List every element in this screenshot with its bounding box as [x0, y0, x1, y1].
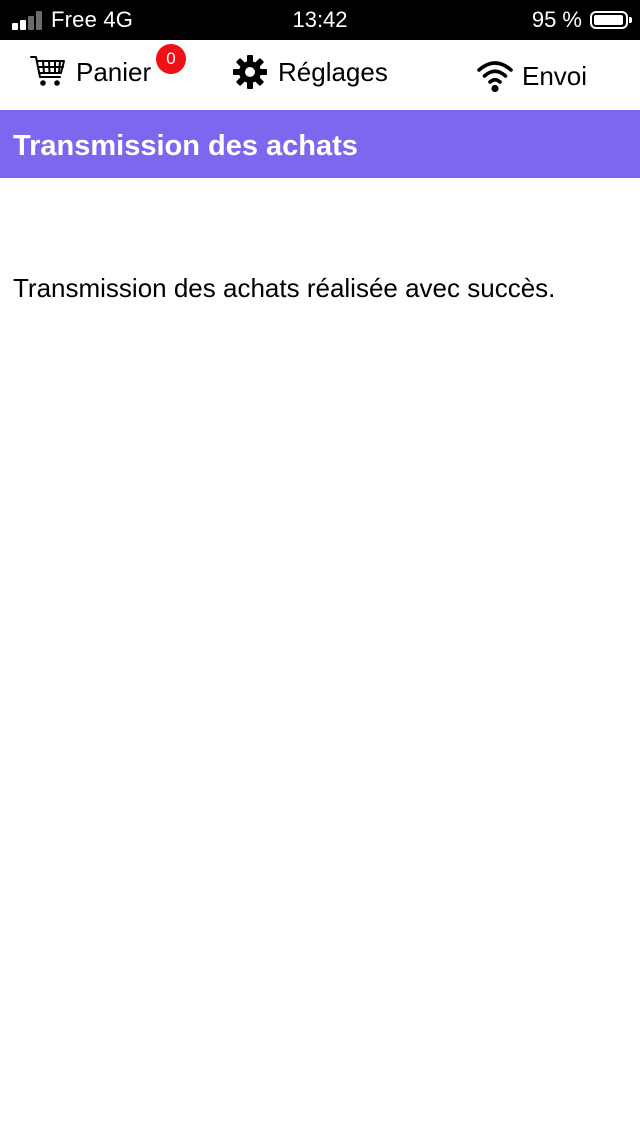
cart-icon [30, 55, 66, 89]
page-title: Transmission des achats [0, 110, 640, 178]
nav-reglages-label: Réglages [278, 56, 388, 87]
nav-panier[interactable]: Panier 0 [30, 37, 186, 107]
status-right: 95 % [531, 0, 632, 40]
cart-count-badge: 0 [156, 44, 186, 74]
nav-reglages[interactable]: Réglages [232, 37, 388, 107]
status-bar: Free 4G 13:42 95 % [0, 0, 640, 40]
battery-icon [590, 11, 632, 29]
battery-level [594, 15, 623, 25]
nav-panier-label: Panier [76, 56, 152, 87]
battery-percentage: 95 % [531, 7, 582, 32]
nav-envoi[interactable]: Envoi [476, 41, 587, 111]
success-message: Transmission des achats réalisée avec su… [13, 273, 556, 303]
gear-icon [232, 54, 268, 90]
top-nav: Panier 0 Réglages Envoi [0, 40, 640, 110]
wifi-icon [476, 59, 514, 93]
nav-envoi-label: Envoi [522, 60, 588, 91]
